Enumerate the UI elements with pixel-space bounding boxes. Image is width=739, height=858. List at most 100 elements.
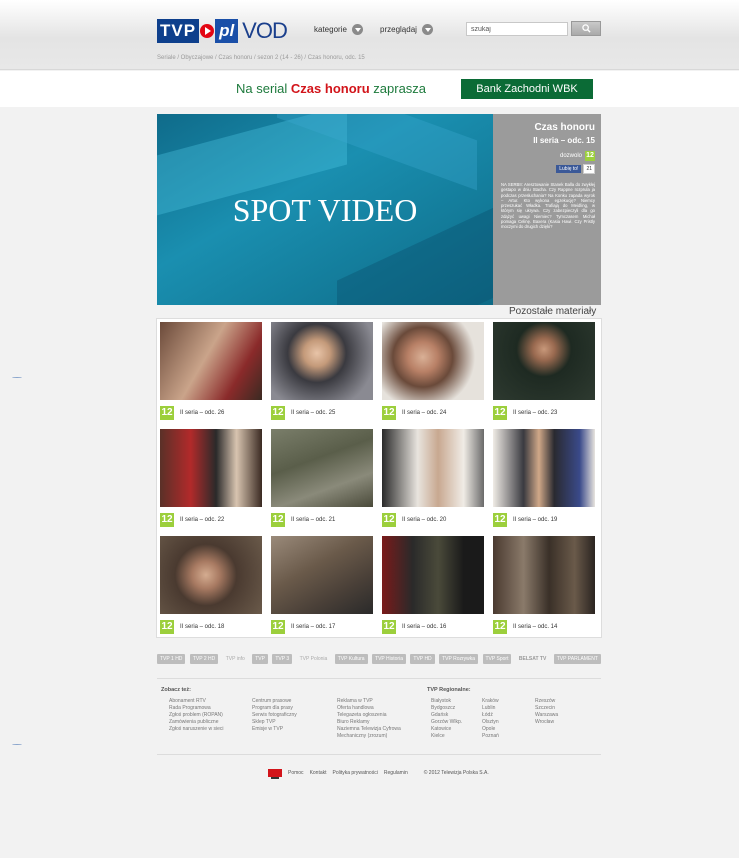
footer-link[interactable]: Kielce <box>431 733 462 740</box>
episode-label[interactable]: II seria – odc. 14 <box>513 624 557 630</box>
material-tile[interactable]: 12 II seria – odc. 22 <box>160 429 262 533</box>
episode-thumbnail[interactable] <box>271 429 373 507</box>
material-tile[interactable]: 12 II seria – odc. 19 <box>493 429 595 533</box>
search-input[interactable] <box>466 22 568 36</box>
channel-logo[interactable]: TVP <box>252 654 268 664</box>
tvp-vod-logo[interactable]: TVP pl VOD <box>157 18 288 44</box>
channel-logo[interactable]: TVP PARLAMENT <box>553 654 601 664</box>
material-tile[interactable]: 12 II seria – odc. 14 <box>493 536 595 640</box>
episode-thumbnail[interactable] <box>382 536 484 614</box>
breadcrumb[interactable]: Seriale / Obyczajowe / Czas honoru / sez… <box>157 55 365 61</box>
episode-label[interactable]: II seria – odc. 17 <box>291 624 335 630</box>
footer-link[interactable]: Łódź <box>482 712 499 719</box>
nav-kategorie[interactable]: kategorie <box>314 24 363 35</box>
footer-link[interactable]: Gdańsk <box>431 712 462 719</box>
footer-link-help[interactable]: Pomoc <box>288 770 304 776</box>
episode-thumbnail[interactable] <box>493 322 595 400</box>
channel-logo[interactable]: TVP 1 HD <box>157 654 186 664</box>
episode-thumbnail[interactable] <box>160 536 262 614</box>
footer-link[interactable]: Warszawa <box>535 712 558 719</box>
episode-thumbnail[interactable] <box>271 536 373 614</box>
episode-label[interactable]: II seria – odc. 25 <box>291 410 335 416</box>
age-12-icon: 12 <box>160 406 174 420</box>
channel-logo[interactable]: TVP 2 HD <box>189 654 219 664</box>
channel-logo[interactable]: TVP Historia <box>372 654 406 664</box>
footer-link[interactable]: Białystok <box>431 698 462 705</box>
footer-link[interactable]: Gorzów Wlkp. <box>431 719 462 726</box>
episode-thumbnail[interactable] <box>493 429 595 507</box>
channel-logo[interactable]: BELSAT TV <box>516 654 549 664</box>
footer-link[interactable]: Abonament RTV <box>169 698 223 705</box>
episode-label[interactable]: II seria – odc. 22 <box>180 517 224 523</box>
footer-link[interactable]: Mechaniczny (zrozum) <box>337 733 401 740</box>
footer-link[interactable]: Emisje w TVP <box>252 726 297 733</box>
material-tile[interactable]: 12 II seria – odc. 16 <box>382 536 484 640</box>
footer-link-contact[interactable]: Kontakt <box>310 770 327 776</box>
episode-label[interactable]: II seria – odc. 16 <box>402 624 446 630</box>
footer-link[interactable]: Sklep TVP <box>252 719 297 726</box>
episode-label[interactable]: II seria – odc. 24 <box>402 410 446 416</box>
footer-link[interactable]: Oferta handlowa <box>337 705 401 712</box>
bank-logo[interactable]: Bank Zachodni WBK <box>461 79 593 99</box>
footer-column: Kraków Lublin Łódź Olsztyn Opole Poznań <box>482 698 499 740</box>
sponsor-banner[interactable]: Na serial Czas honoru zaprasza Bank Zach… <box>0 71 739 107</box>
episode-label[interactable]: II seria – odc. 23 <box>513 410 557 416</box>
video-player[interactable]: SPOT VIDEO <box>157 114 493 305</box>
material-tile[interactable]: 12 II seria – odc. 17 <box>271 536 373 640</box>
footer-link[interactable]: Opole <box>482 726 499 733</box>
footer-link[interactable]: Biuro Reklamy <box>337 719 401 726</box>
channel-logo[interactable]: TVP Sport <box>482 654 512 664</box>
episode-thumbnail[interactable] <box>160 322 262 400</box>
footer-link[interactable]: Program dla prasy <box>252 705 297 712</box>
material-tile[interactable]: 12 II seria – odc. 26 <box>160 322 262 426</box>
search-button[interactable] <box>571 21 601 36</box>
footer-link[interactable]: Zgłoś problem (ROPAN) <box>169 712 223 719</box>
material-tile[interactable]: 12 II seria – odc. 21 <box>271 429 373 533</box>
episode-thumbnail[interactable] <box>271 322 373 400</box>
material-tile[interactable]: 12 II seria – odc. 24 <box>382 322 484 426</box>
episode-thumbnail[interactable] <box>160 429 262 507</box>
channel-logo[interactable]: TVP info <box>223 654 248 664</box>
episode-thumbnail[interactable] <box>493 536 595 614</box>
footer-link[interactable]: Zgłoś naruszenie w sieci <box>169 726 223 733</box>
footer-link[interactable]: Lublin <box>482 705 499 712</box>
episode-label[interactable]: II seria – odc. 21 <box>291 517 335 523</box>
episode-label[interactable]: II seria – odc. 18 <box>180 624 224 630</box>
episode-thumbnail[interactable] <box>382 322 484 400</box>
footer-link[interactable]: Poznań <box>482 733 499 740</box>
footer-link[interactable]: Serwis fotograficzny <box>252 712 297 719</box>
facebook-like[interactable]: Lubię to! 21 <box>556 164 595 174</box>
channel-logo[interactable]: TVP 3 <box>272 654 293 664</box>
footer-link[interactable]: Katowice <box>431 726 462 733</box>
channel-logo[interactable]: TVP Kultura <box>334 654 368 664</box>
channel-logo[interactable]: TVP Polonia <box>297 654 331 664</box>
channel-logo[interactable]: TVP Rozrywka <box>439 654 479 664</box>
footer-link[interactable]: Rada Programowa <box>169 705 223 712</box>
episode-thumbnail[interactable] <box>382 429 484 507</box>
footer-link[interactable]: Naziemna Telewizja Cyfrowa <box>337 726 401 733</box>
channel-logo[interactable]: TVP HD <box>410 654 435 664</box>
footer-link[interactable]: Zamówienia publiczne <box>169 719 223 726</box>
material-tile[interactable]: 12 II seria – odc. 18 <box>160 536 262 640</box>
footer-link[interactable]: Kraków <box>482 698 499 705</box>
footer-link-terms[interactable]: Regulamin <box>384 770 408 776</box>
footer-link[interactable]: Telegazeta ogłoszenia <box>337 712 401 719</box>
footer-link[interactable]: Olsztyn <box>482 719 499 726</box>
fb-like-count: 21 <box>583 164 595 174</box>
material-tile[interactable]: 12 II seria – odc. 20 <box>382 429 484 533</box>
footer-link-privacy[interactable]: Polityka prywatności <box>333 770 378 776</box>
episode-label[interactable]: II seria – odc. 26 <box>180 410 224 416</box>
episode-label[interactable]: II seria – odc. 20 <box>402 517 446 523</box>
fb-like-button[interactable]: Lubię to! <box>556 165 582 173</box>
footer-column: Abonament RTV Rada Programowa Zgłoś prob… <box>169 698 223 733</box>
nav-przegladaj[interactable]: przeglądaj <box>380 24 433 35</box>
footer-link[interactable]: Rzeszów <box>535 698 558 705</box>
material-tile[interactable]: 12 II seria – odc. 23 <box>493 322 595 426</box>
footer-link[interactable]: Szczecin <box>535 705 558 712</box>
material-tile[interactable]: 12 II seria – odc. 25 <box>271 322 373 426</box>
episode-label[interactable]: II seria – odc. 19 <box>513 517 557 523</box>
footer-link[interactable]: Bydgoszcz <box>431 705 462 712</box>
footer-link[interactable]: Wrocław <box>535 719 558 726</box>
footer-link[interactable]: Centrum prasowe <box>252 698 297 705</box>
footer-link[interactable]: Reklama w TVP <box>337 698 401 705</box>
